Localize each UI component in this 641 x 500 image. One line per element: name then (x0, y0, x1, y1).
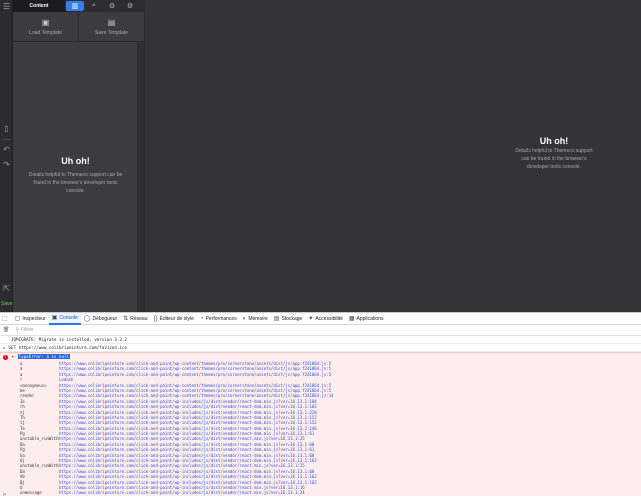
tab-label: Débogueur (92, 315, 118, 322)
error-header[interactable]: ! ▾ TypeError: a is null (0, 353, 641, 361)
tab-6[interactable]: ◐ Mémoire (240, 313, 271, 325)
panel-topbar: Content ▥ ⌕ ⚙ ⚙ (13, 0, 145, 12)
tab-8[interactable]: ✦ Accessibilité (305, 313, 346, 325)
settings-icon[interactable]: ⚙ (121, 0, 139, 12)
tab-label: Applications (356, 315, 384, 322)
stack-function: onmessage (20, 490, 42, 496)
tab-icon: ◔ (199, 315, 204, 322)
tab-label: Éditeur de style (159, 315, 194, 322)
tab-7[interactable]: ▤ Stockage (271, 313, 306, 325)
tab-2[interactable]: ◯ Débogueur (81, 313, 120, 325)
picker-icon[interactable]: ⬚ (2, 315, 8, 322)
search-icon[interactable]: ⌕ (85, 0, 103, 12)
tab-9[interactable]: ▦ Applications (346, 313, 387, 325)
tab-icon: ▦ (348, 316, 355, 322)
tab-5[interactable]: ◔ Performances (197, 313, 240, 325)
template-icon: ▣ (41, 17, 50, 27)
gear-icon[interactable]: ⚙ (103, 0, 121, 12)
trash-icon[interactable]: 🗑 (3, 327, 9, 333)
left-rail: ☰ ▯ — ↶ ↷ ⇱ Save (0, 0, 13, 312)
devtools-panel: ⬚ ▢ Inspecteur ▣ Console ◯ Débogueur ⇅ Réseau{} É… (0, 312, 641, 500)
expand-arrow-icon[interactable]: ▸ (3, 345, 6, 350)
tab-content[interactable]: Content (13, 0, 65, 12)
template-save-icon: ▤ (107, 17, 116, 27)
error-icon: ! (3, 354, 8, 360)
tab-icon: ◯ (83, 316, 91, 322)
tab-label: Performances (205, 315, 237, 322)
tab-icon: {} (153, 315, 158, 322)
log-line: JQMIGRATE: Migrate is installed, version… (0, 336, 641, 344)
panel-error-text: Details helpful to Themeco support can b… (28, 172, 123, 194)
tab-0[interactable]: ▢ Inspecteur (12, 313, 49, 325)
preview-error-text: Details helpful to Themeco support can b… (515, 148, 593, 170)
external-link-icon[interactable]: ⇱ (2, 284, 11, 293)
device-icon[interactable]: ▯ (2, 124, 11, 133)
save-template-label: Save Template (95, 29, 128, 36)
stack-trace: a https://www.colibripeinture.com/click-a… (0, 361, 641, 496)
builder-panel: Content ▥ ⌕ ⚙ ⚙ ▣ Load Template ▤ Save T… (13, 0, 145, 312)
console-prompt[interactable]: » (3, 492, 6, 498)
filter-placeholder: Filtrer (21, 327, 34, 333)
divider-icon: — (2, 135, 11, 144)
load-template-label: Load Template (29, 29, 62, 36)
stack-row: onmessage https://www.colibripeinture.com… (0, 490, 641, 495)
tab-1[interactable]: ▣ Console (48, 312, 81, 325)
undo-icon[interactable]: ↶ (2, 145, 11, 154)
log-line: ▸ GET https://www.colibripeinture.com/fav… (0, 344, 641, 352)
tab-label: Inspecteur (22, 315, 46, 322)
filter-icon: ⚲ (15, 327, 20, 333)
panel-body: Uh oh! Details helpful to Themeco suppor… (13, 42, 138, 312)
save-button[interactable]: Save (1, 301, 12, 307)
stack-url-link[interactable]: https://www.colibripeinture.com/click-an… (59, 372, 331, 377)
panel-scrollbar[interactable] (137, 42, 144, 312)
template-actions: ▣ Load Template ▤ Save Template (13, 12, 145, 42)
app-window: ☰ ▯ — ↶ ↷ ⇱ Save Content ▥ ⌕ ⚙ ⚙ ▣ Load … (0, 0, 641, 500)
preview-error-title: Uh oh! (539, 136, 569, 146)
devtools-tabs: ⬚ ▢ Inspecteur ▣ Console ◯ Débogueur ⇅ Réseau{} É… (0, 312, 641, 325)
tab-label: Stockage (281, 315, 303, 322)
console-filter[interactable]: 🗑 ⚲ Filtrer (0, 325, 641, 336)
save-template-button[interactable]: ▤ Save Template (79, 12, 145, 41)
preview-area: Uh oh! Details helpful to Themeco suppor… (146, 0, 641, 312)
error-message: TypeError: a is null (17, 354, 71, 359)
tab-icon: ▢ (14, 316, 21, 322)
redo-icon[interactable]: ↷ (2, 160, 11, 169)
panel-error-title: Uh oh! (61, 156, 90, 166)
tab-icon: ▣ (51, 315, 58, 321)
tab-3[interactable]: ⇅ Réseau (120, 313, 150, 325)
tab-label: Accessibilité (315, 315, 343, 322)
tab-icon: ▤ (273, 316, 280, 322)
load-template-button[interactable]: ▣ Load Template (13, 12, 79, 41)
tab-label: Réseau (130, 315, 148, 322)
expand-arrow-icon[interactable]: ▾ (12, 354, 15, 359)
stack-url-link[interactable]: https://www.colibripeinture.com/click-an… (59, 490, 305, 495)
error-block: ! ▾ TypeError: a is null a https://www.co… (0, 352, 641, 496)
tab-label: Mémoire (248, 315, 268, 322)
tab-icon: ✦ (308, 316, 314, 322)
tab-label: Console (59, 314, 78, 321)
tab-icon: ⇅ (123, 316, 129, 322)
layout-icon[interactable]: ▥ (66, 1, 84, 11)
menu-icon[interactable]: ☰ (2, 2, 11, 11)
tab-icon: ◐ (242, 315, 247, 322)
tab-4[interactable]: {} Éditeur de style (150, 313, 196, 325)
